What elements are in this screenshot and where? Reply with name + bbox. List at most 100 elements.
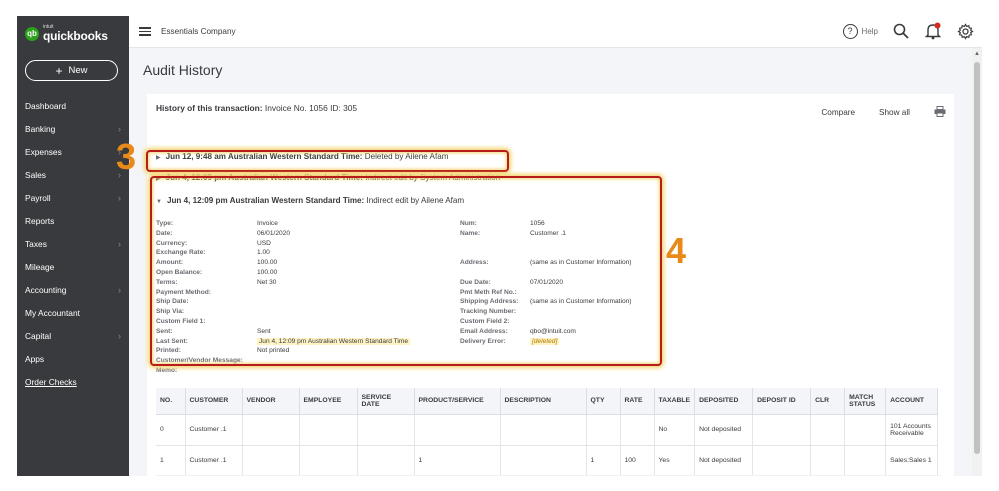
column-header[interactable]: DEPOSITED (694, 388, 754, 415)
company-name: Essentials Company (161, 27, 236, 36)
sidebar-item[interactable]: Payroll › (17, 186, 129, 209)
app-window: qb intuit quickbooks + New Dashboard Bank… (17, 16, 982, 476)
column-header[interactable]: PRODUCT/SERVICE (414, 388, 501, 415)
sidebar-item-label: Mileage (25, 261, 55, 272)
sidebar-item[interactable]: Sales › (17, 163, 129, 186)
table-row: 1 Customer .1 1 1 100 Yes Not deposited Sales:S… (156, 445, 939, 476)
column-header[interactable]: NO. (156, 388, 186, 415)
column-header[interactable]: CLR (810, 388, 846, 415)
column-header[interactable]: QTY (586, 388, 621, 415)
show-all-link[interactable]: Show all (879, 108, 910, 117)
history-label: History of this transaction: (156, 103, 263, 113)
scrollbar-thumb[interactable] (974, 62, 980, 454)
table-cell (620, 414, 655, 446)
sidebar-item-label: Capital (25, 330, 52, 341)
detail-label: Memo: (156, 367, 178, 374)
table-cell: 100 (620, 445, 655, 476)
column-header[interactable]: SERVICE DATE (357, 388, 415, 415)
gear-icon[interactable] (956, 22, 974, 40)
sidebar-item-label: My Accountant (25, 307, 80, 318)
logo-quickbooks-text: quickbooks (43, 29, 108, 43)
sidebar-item[interactable]: Reports (17, 209, 129, 232)
sidebar-item[interactable]: My Accountant (17, 301, 129, 324)
chevron-right-icon: › (118, 284, 121, 295)
sidebar-item-label: Expenses (25, 146, 62, 157)
compare-link[interactable]: Compare (821, 108, 855, 117)
sidebar-item[interactable]: Capital › (17, 324, 129, 347)
column-header[interactable]: CUSTOMER (185, 388, 243, 415)
table-cell (500, 414, 587, 446)
scroll-right-icon[interactable]: › (938, 475, 940, 476)
column-header[interactable]: VENDOR (242, 388, 300, 415)
table-cell: Customer .1 (185, 414, 243, 446)
sidebar-item[interactable]: Banking › (17, 117, 129, 140)
sidebar-item-label: Apps (25, 353, 45, 364)
chevron-right-icon: › (118, 192, 121, 203)
table-cell (357, 445, 415, 476)
table-cell (810, 445, 846, 476)
horizontal-scrollbar[interactable]: ‹ › (156, 475, 941, 476)
table-cell: Not deposited (694, 445, 754, 476)
table-cell (242, 445, 300, 476)
chevron-right-icon: › (118, 330, 121, 341)
print-icon[interactable] (934, 106, 946, 119)
column-header[interactable]: RATE (620, 388, 655, 415)
column-header[interactable]: TAXABLE (654, 388, 696, 415)
table-cell: 1 (586, 445, 621, 476)
qb-logo-icon: qb (25, 26, 39, 41)
table-cell (357, 414, 415, 446)
table-cell (586, 414, 621, 446)
sidebar-item-label: Dashboard (25, 100, 66, 111)
chevron-right-icon: › (118, 123, 121, 134)
annotation-number-3: 3 (116, 136, 137, 177)
table-row: 0 Customer .1 No Not deposited 101 Accounts … (156, 414, 939, 446)
scroll-up-icon[interactable]: ▲ (974, 51, 980, 57)
column-header[interactable]: DESCRIPTION (500, 388, 587, 415)
column-header[interactable]: ACCOUNT (885, 388, 939, 415)
scroll-left-icon[interactable]: ‹ (157, 475, 159, 476)
column-header[interactable]: MATCH STATUS (844, 388, 887, 415)
sidebar-item-label: Sales (25, 169, 46, 180)
sidebar: qb intuit quickbooks + New Dashboard Bank… (17, 16, 129, 476)
table-cell (414, 414, 501, 446)
notifications-bell-icon[interactable] (924, 22, 942, 40)
sidebar-item-label: Taxes (25, 238, 47, 249)
sidebar-item[interactable]: Mileage (17, 255, 129, 278)
search-icon[interactable] (892, 22, 910, 40)
table-cell (844, 445, 887, 476)
table-cell (299, 445, 358, 476)
table-cell (844, 414, 887, 446)
table-cell (752, 445, 812, 476)
table-cell (810, 414, 846, 446)
table-cell: 1 (414, 445, 501, 476)
table-cell: 0 (156, 414, 186, 446)
quickbooks-logo[interactable]: qb intuit quickbooks (25, 25, 108, 42)
table-cell (752, 414, 812, 446)
sidebar-item[interactable]: Apps (17, 347, 129, 370)
new-button-label: New (68, 65, 88, 76)
sidebar-item[interactable]: Order Checks (17, 370, 129, 393)
sidebar-item[interactable]: Expenses › (17, 140, 129, 163)
new-button[interactable]: + New (25, 60, 118, 81)
sidebar-item-label: Accounting (25, 284, 67, 295)
chevron-right-icon: › (118, 238, 121, 249)
annotation-number-4: 4 (666, 230, 687, 271)
sidebar-item-label: Order Checks (25, 376, 77, 387)
hamburger-menu-icon[interactable] (139, 27, 151, 36)
table-cell (299, 414, 358, 446)
help-icon: ? (842, 23, 858, 39)
help-label: Help (861, 26, 878, 36)
sidebar-item[interactable]: Dashboard (17, 94, 129, 117)
sidebar-item-label: Payroll (25, 192, 51, 203)
table-cell: Sales:Sales 1 (885, 445, 939, 476)
table-cell (242, 414, 300, 446)
column-header[interactable]: DEPOSIT ID (752, 388, 812, 415)
sidebar-item[interactable]: Taxes › (17, 232, 129, 255)
vertical-scrollbar[interactable]: ▲ (972, 48, 982, 476)
line-items-table: NO. CUSTOMER VENDOR EMPLOYEE SERVICE DATE PRO… (156, 388, 939, 476)
sidebar-nav: Dashboard Banking › Expenses › Sales › Payroll ›… (17, 94, 129, 393)
table-cell: 1 (156, 445, 186, 476)
help-button[interactable]: ? Help (842, 23, 878, 39)
column-header[interactable]: EMPLOYEE (299, 388, 358, 415)
sidebar-item[interactable]: Accounting › (17, 278, 129, 301)
